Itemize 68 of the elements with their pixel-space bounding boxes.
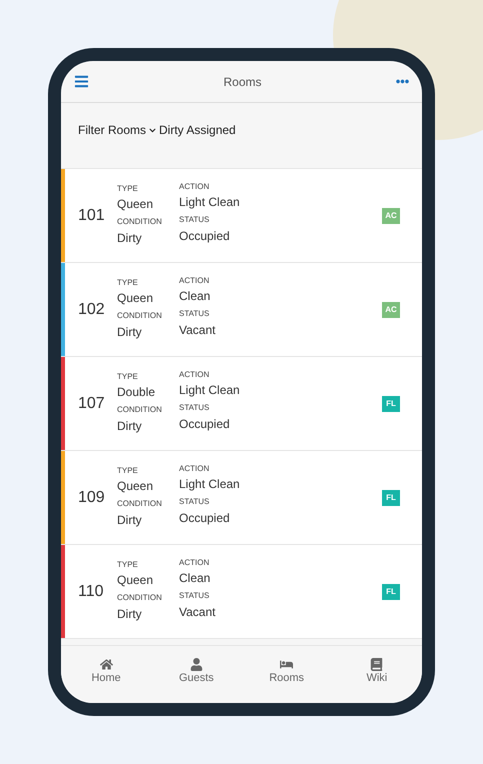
- field-value: Dirty: [117, 230, 143, 246]
- field-value: Dirty: [117, 512, 143, 528]
- field-label: ACTION: [179, 370, 210, 380]
- chevron-icon: [149, 126, 156, 134]
- field-label: CONDITION: [117, 310, 163, 322]
- room-number: 110: [77, 582, 105, 602]
- field-value: Queen: [117, 290, 154, 306]
- person-icon: [190, 658, 203, 671]
- field-value: Queen: [117, 196, 154, 212]
- room-card[interactable]: 107 TYPE Double CONDITION Dirty ACTION Light Clean STATUS Occupied FL: [61, 357, 422, 451]
- field-label: ACTION: [179, 464, 210, 474]
- field-label: STATUS: [179, 496, 210, 508]
- room-card[interactable]: 101 TYPE Queen CONDITION Dirty ACTION Light Clean STATUS Occupied AC: [61, 169, 422, 263]
- room-number: 109: [77, 488, 106, 508]
- book-icon: [370, 658, 384, 671]
- field-label: CONDITION: [117, 404, 163, 416]
- screen-title: Rooms: [223, 74, 262, 90]
- field-value: Queen: [117, 572, 154, 588]
- field-value: Dirty: [117, 418, 143, 434]
- field-label: STATUS: [179, 308, 210, 320]
- field-label: CONDITION: [117, 216, 163, 228]
- tab-button[interactable]: Home: [71, 658, 142, 685]
- field-label: CONDITION: [117, 498, 163, 510]
- field-value: Vacant: [179, 604, 216, 620]
- field-label: STATUS: [179, 590, 210, 602]
- menu-icon[interactable]: [74, 74, 89, 89]
- field-label: CONDITION: [117, 592, 163, 604]
- filter-dropdown[interactable]: Dirty Assigned: [149, 121, 236, 139]
- field-value: Queen: [117, 478, 154, 494]
- field-label: ACTION: [179, 276, 210, 286]
- room-badge: AC: [382, 302, 400, 318]
- house-icon: [100, 658, 113, 671]
- tab-button[interactable]: Wiki: [342, 658, 412, 685]
- field-label: TYPE: [117, 278, 139, 288]
- field-label: TYPE: [117, 466, 139, 476]
- field-label: STATUS: [179, 214, 210, 226]
- room-number: 101: [77, 206, 106, 226]
- field-value: Light Clean: [179, 194, 241, 210]
- room-card[interactable]: 102 TYPE Queen CONDITION Dirty ACTION Clean STATUS Vacant AC: [61, 263, 422, 357]
- field-value: Double: [117, 384, 156, 400]
- field-label: ACTION: [179, 558, 210, 568]
- field-value: Vacant: [179, 322, 216, 338]
- tab-button[interactable]: Guests: [161, 658, 232, 685]
- tab-button[interactable]: Rooms: [252, 658, 322, 685]
- room-badge: FL: [382, 490, 400, 506]
- room-card[interactable]: 110 TYPE Queen CONDITION Dirty ACTION Clean STATUS Vacant FL: [61, 545, 422, 639]
- room-badge: AC: [382, 208, 400, 224]
- field-value: Occupied: [179, 416, 231, 432]
- field-label: TYPE: [117, 184, 139, 194]
- bed-icon: [280, 658, 294, 671]
- room-badge: FL: [382, 396, 400, 412]
- field-value: Occupied: [179, 228, 231, 244]
- field-value: Clean: [179, 288, 212, 304]
- filter-label: Filter Rooms: [78, 122, 146, 139]
- room-number: 107: [77, 394, 106, 414]
- room-badge: FL: [382, 584, 400, 600]
- field-label: TYPE: [117, 560, 139, 570]
- field-label: STATUS: [179, 402, 210, 414]
- field-label: TYPE: [117, 372, 139, 382]
- field-value: Dirty: [117, 606, 143, 622]
- field-value: Light Clean: [179, 476, 241, 492]
- field-label: ACTION: [179, 182, 210, 192]
- room-number: 102: [77, 300, 106, 320]
- field-value: Clean: [179, 570, 212, 586]
- field-value: Occupied: [179, 510, 231, 526]
- field-value: Light Clean: [179, 382, 241, 398]
- room-card[interactable]: 109 TYPE Queen CONDITION Dirty ACTION Light Clean STATUS Occupied FL: [61, 451, 422, 545]
- field-value: Dirty: [117, 324, 143, 340]
